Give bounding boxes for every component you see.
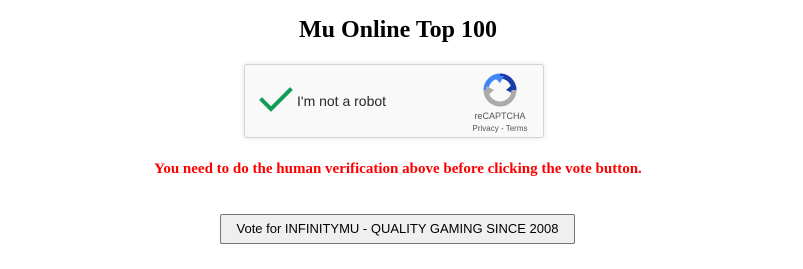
vote-button[interactable]: Vote for INFINITYMU - QUALITY GAMING SIN…: [220, 214, 575, 244]
page-title: Mu Online Top 100: [298, 17, 498, 43]
privacy-link[interactable]: Privacy: [473, 124, 499, 133]
recaptcha-links: Privacy - Terms: [465, 124, 535, 134]
recaptcha-logo-icon: [483, 73, 517, 107]
recaptcha-widget: I'm not a robot reCAPTCHA Privacy - Term…: [244, 64, 544, 138]
verification-warning: You need to do the human verification ab…: [154, 161, 642, 177]
links-separator: -: [498, 124, 506, 133]
checkmark-icon[interactable]: [259, 85, 293, 115]
recaptcha-brand-label: reCAPTCHA: [474, 111, 526, 121]
recaptcha-branding: reCAPTCHA Privacy - Terms: [465, 73, 535, 134]
captcha-label: I'm not a robot: [297, 93, 387, 109]
terms-link[interactable]: Terms: [506, 124, 528, 133]
